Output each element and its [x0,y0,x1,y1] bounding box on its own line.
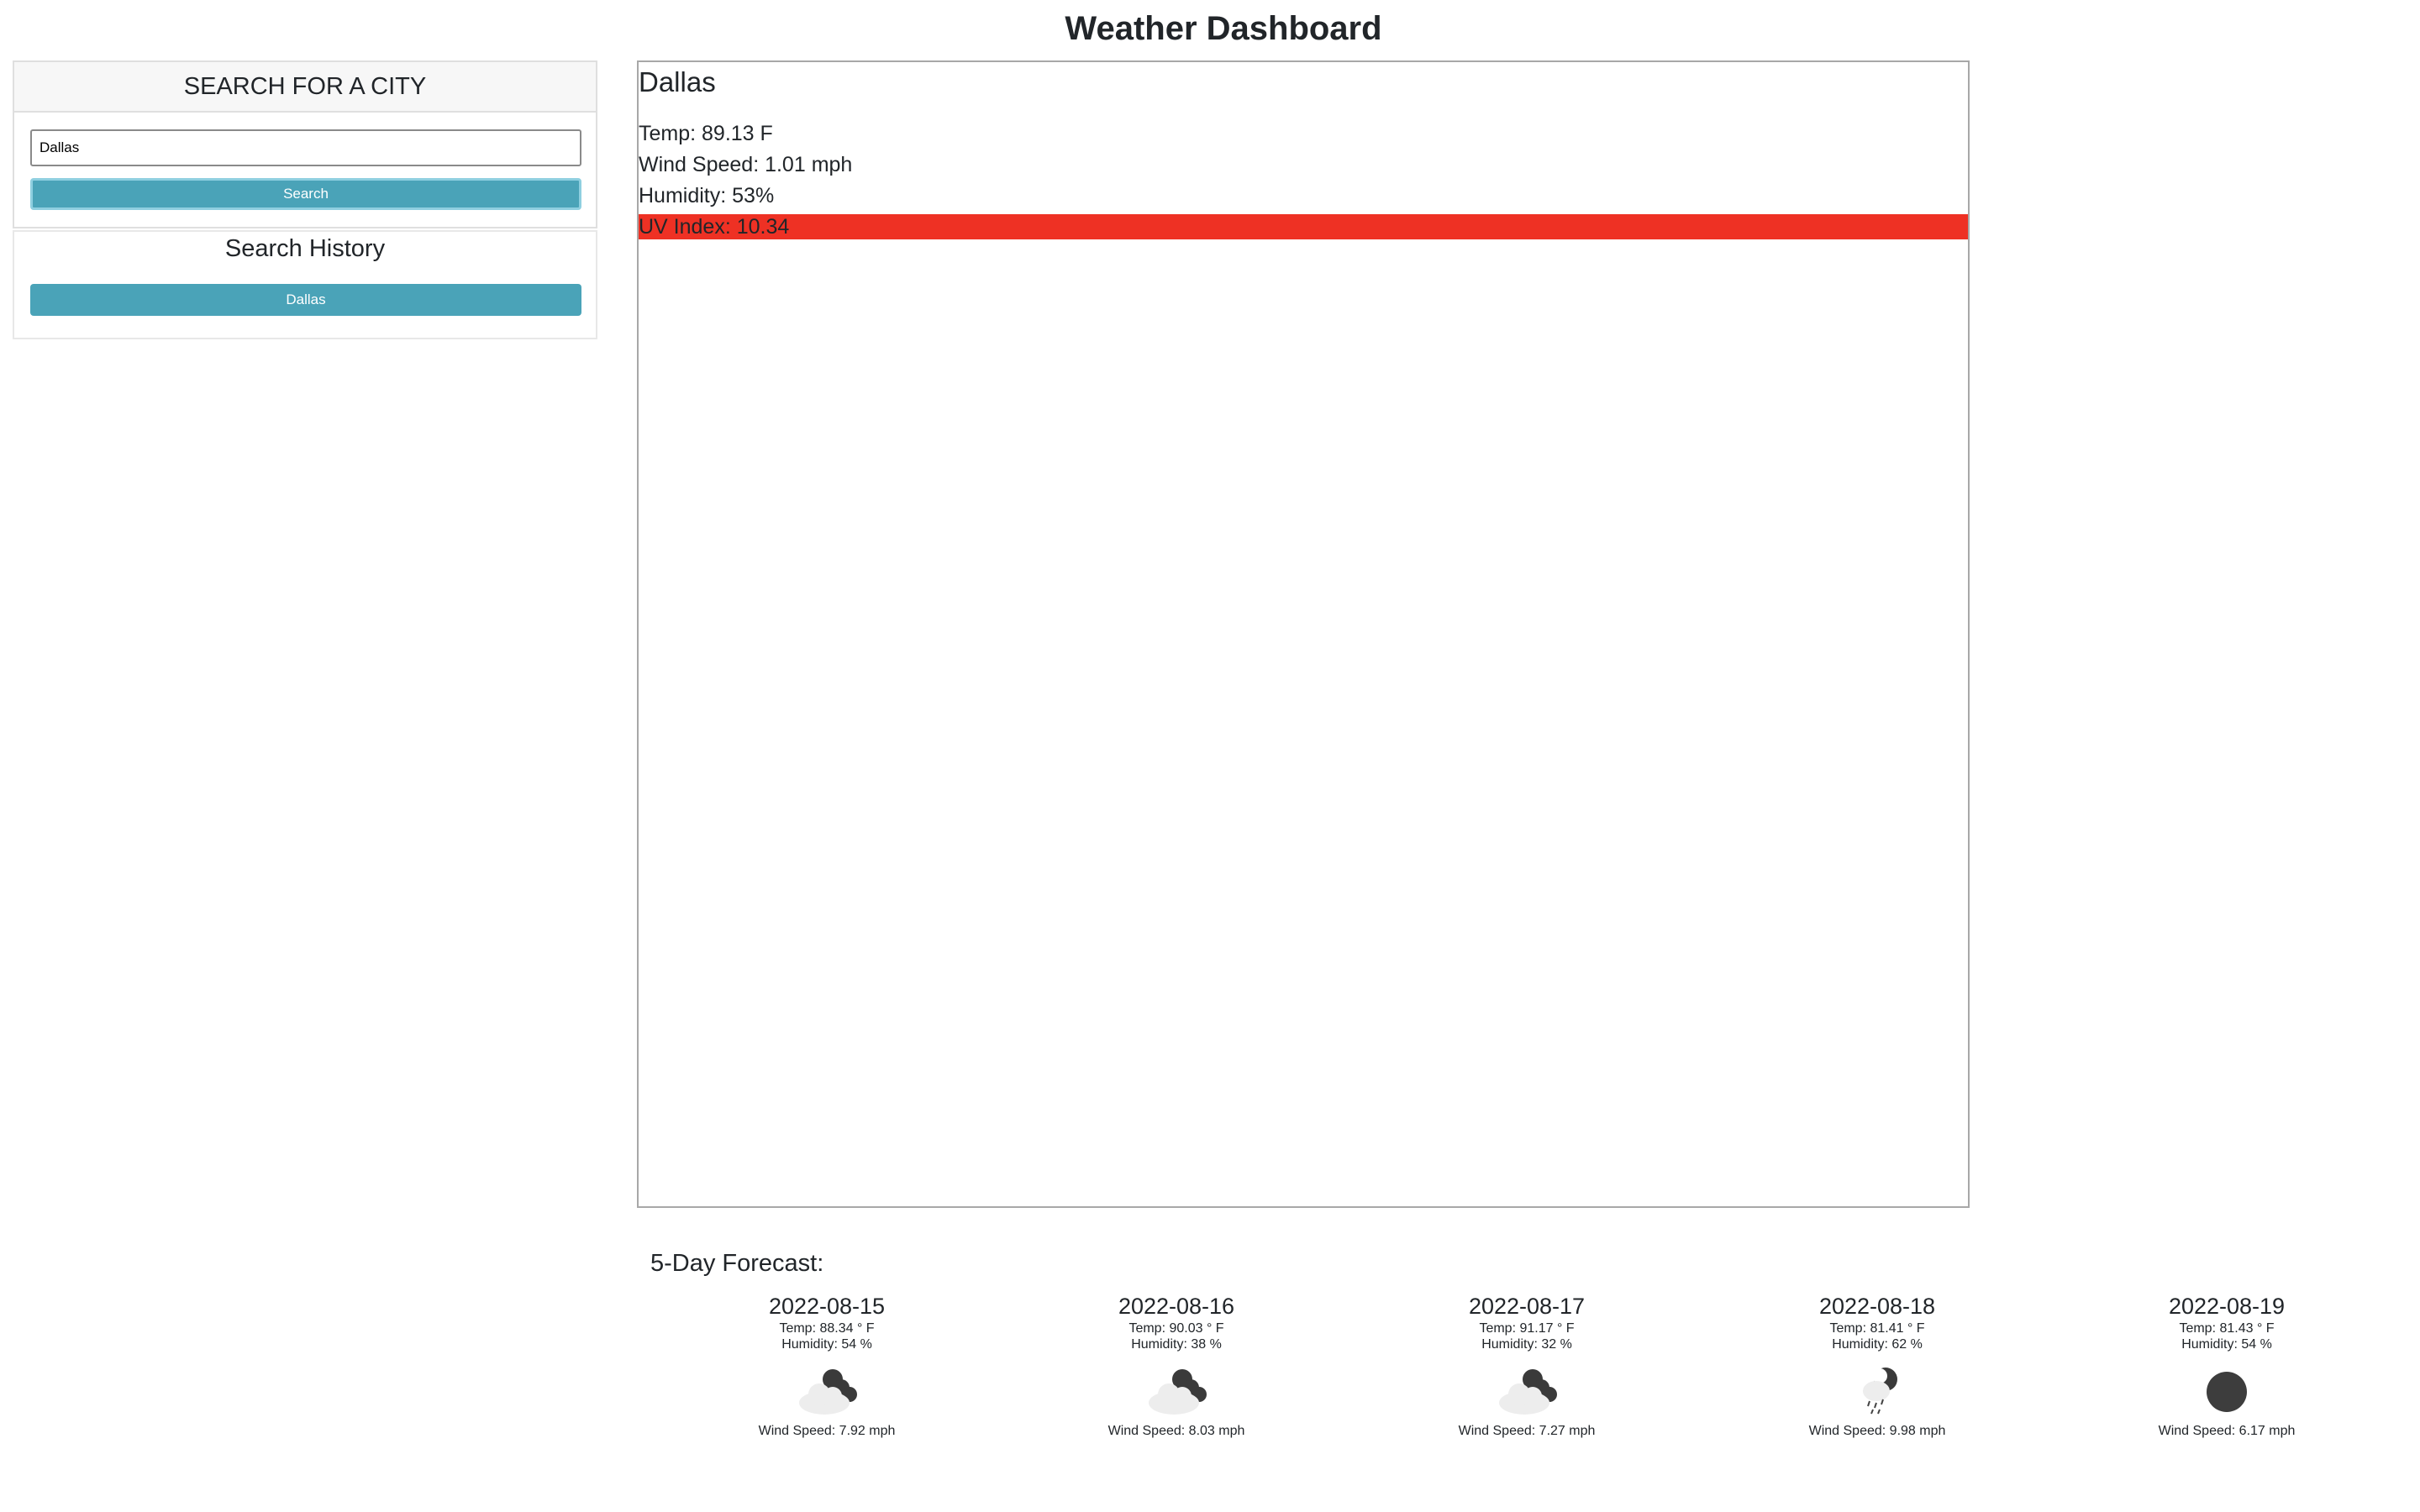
forecast-temp: Temp: 91.17 ° F [1350,1320,1703,1336]
search-history-title: Search History [14,234,596,264]
forecast-row: 2022-08-15 Temp: 88.34 ° F Humidity: 54 … [650,1292,2420,1477]
forecast-humidity: Humidity: 32 % [1350,1336,1703,1352]
forecast-card: 2022-08-16 Temp: 90.03 ° F Humidity: 38 … [1000,1292,1353,1477]
forecast-temp: Temp: 90.03 ° F [1000,1320,1353,1336]
forecast-temp: Temp: 88.34 ° F [650,1320,1003,1336]
search-history-card: Search History Dallas [13,230,597,339]
forecast-wind-speed: Wind Speed: 9.98 mph [1701,1423,2054,1440]
forecast-date: 2022-08-15 [650,1292,1003,1320]
forecast-card: 2022-08-15 Temp: 88.34 ° F Humidity: 54 … [650,1292,1003,1477]
forecast-date: 2022-08-16 [1000,1292,1353,1320]
forecast-card: 2022-08-19 Temp: 81.43 ° F Humidity: 54 … [2050,1292,2403,1477]
forecast-temp: Temp: 81.43 ° F [2050,1320,2403,1336]
forecast-humidity: Humidity: 38 % [1000,1336,1353,1352]
search-card-header: SEARCH FOR A CITY [14,62,596,113]
search-input[interactable] [30,129,581,166]
cloud-night-icon [789,1361,865,1420]
current-weather-panel: Dallas Temp: 89.13 F Wind Speed: 1.01 mp… [637,60,1970,1208]
forecast-temp: Temp: 81.41 ° F [1701,1320,2054,1336]
forecast-wind-speed: Wind Speed: 6.17 mph [2050,1423,2403,1440]
search-card: SEARCH FOR A CITY Search [13,60,597,228]
forecast-heading: 5-Day Forecast: [650,1248,823,1278]
page: Weather Dashboard SEARCH FOR A CITY Sear… [0,0,2420,1512]
current-humidity: Humidity: 53% [639,183,1968,208]
forecast-card: 2022-08-18 Temp: 81.41 ° F Humidity: 62 … [1701,1292,2054,1477]
forecast-wind-speed: Wind Speed: 7.92 mph [650,1423,1003,1440]
forecast-wind-speed: Wind Speed: 8.03 mph [1000,1423,1353,1440]
history-item-dallas[interactable]: Dallas [30,284,581,316]
forecast-date: 2022-08-19 [2050,1292,2403,1320]
current-uv-index: UV Index: 10.34 [639,214,1968,239]
clear-night-icon [2189,1361,2265,1420]
search-button[interactable]: Search [30,178,581,210]
forecast-wind-speed: Wind Speed: 7.27 mph [1350,1423,1703,1440]
current-city-name: Dallas [639,64,716,101]
forecast-humidity: Humidity: 54 % [650,1336,1003,1352]
forecast-humidity: Humidity: 62 % [1701,1336,2054,1352]
current-temp: Temp: 89.13 F [639,121,1968,146]
forecast-date: 2022-08-17 [1350,1292,1703,1320]
forecast-humidity: Humidity: 54 % [2050,1336,2403,1352]
cloud-night-icon [1139,1361,1214,1420]
rain-night-icon [1839,1361,1915,1420]
page-title: Weather Dashboard [0,7,2420,50]
cloud-night-icon [1489,1361,1565,1420]
forecast-date: 2022-08-18 [1701,1292,2054,1320]
current-wind-speed: Wind Speed: 1.01 mph [639,152,1968,177]
forecast-card: 2022-08-17 Temp: 91.17 ° F Humidity: 32 … [1350,1292,1703,1477]
